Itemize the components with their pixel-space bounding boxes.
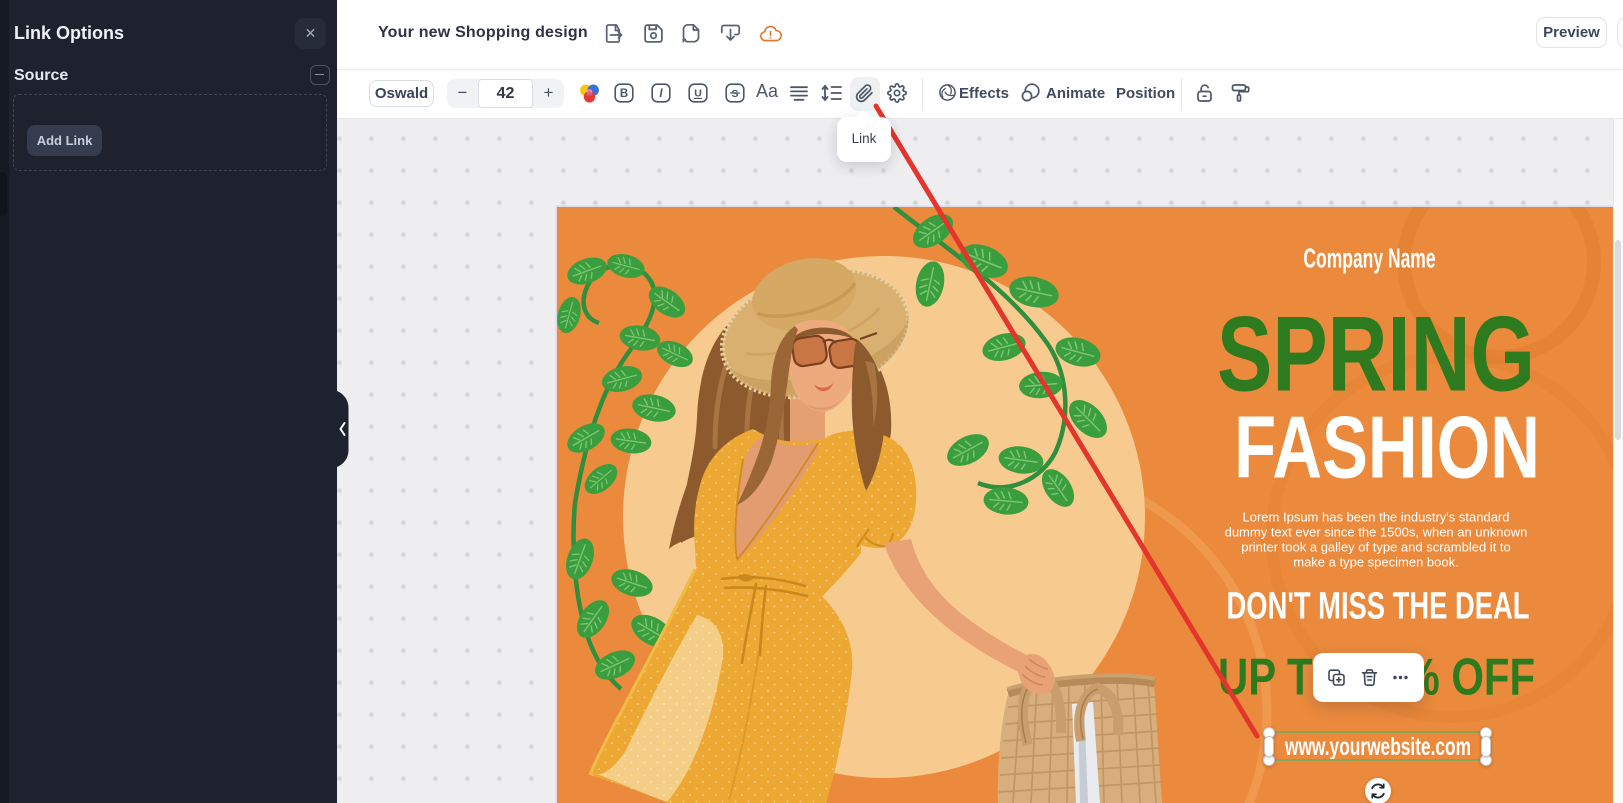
svg-text:printer took a galley of type: printer took a galley of type and scramb… bbox=[1241, 540, 1511, 555]
svg-text:S: S bbox=[731, 88, 738, 100]
svg-text:DON'T MISS THE DEAL: DON'T MISS THE DEAL bbox=[1227, 585, 1530, 627]
svg-text:Lorem Ipsum has been the indus: Lorem Ipsum has been the industry's stan… bbox=[1243, 510, 1510, 525]
svg-text:U: U bbox=[694, 87, 702, 99]
svg-text:SPRING: SPRING bbox=[1217, 294, 1535, 414]
svg-text:I: I bbox=[659, 88, 663, 100]
svg-text:FASHION: FASHION bbox=[1234, 397, 1540, 496]
svg-text:Company Name: Company Name bbox=[1303, 242, 1435, 273]
svg-text:dummy text ever since the 1500: dummy text ever since the 1500s, when an… bbox=[1225, 525, 1528, 540]
svg-text:make a type specimen book.: make a type specimen book. bbox=[1293, 555, 1458, 570]
svg-text:B: B bbox=[620, 88, 628, 100]
